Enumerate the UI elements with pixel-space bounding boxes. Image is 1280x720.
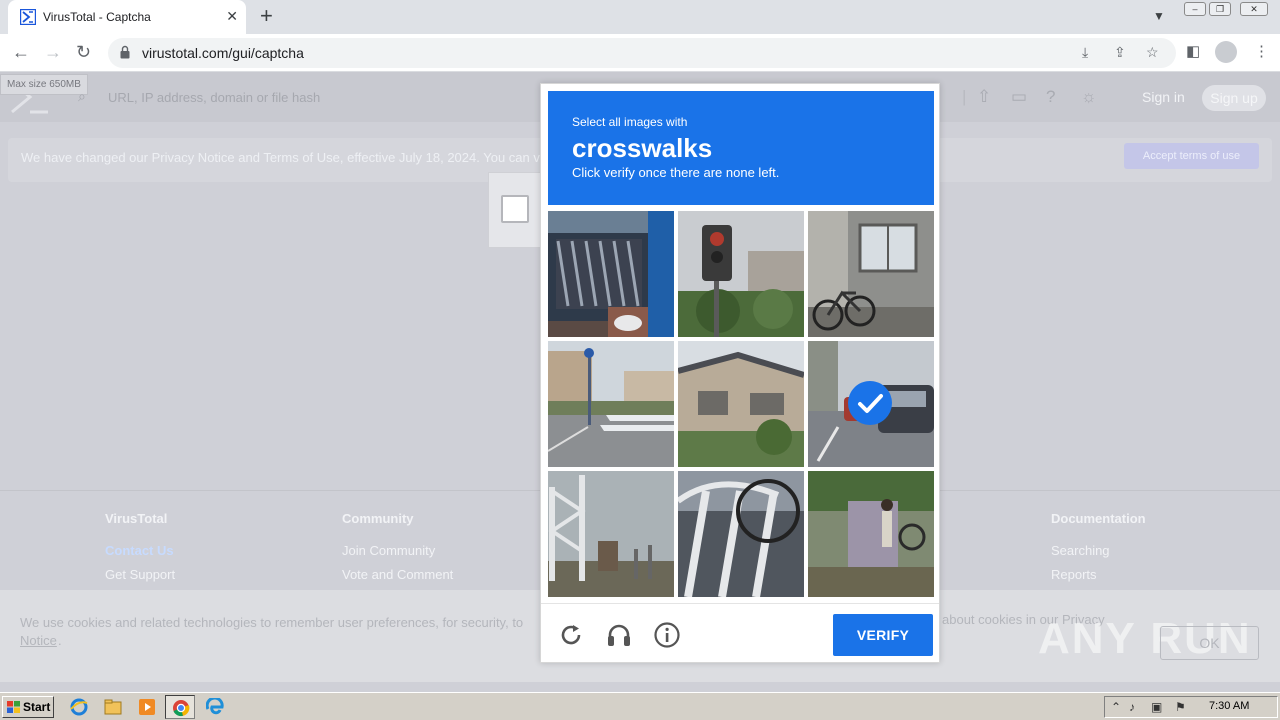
new-tab-icon[interactable]: +: [260, 5, 273, 27]
cookie-period: .: [58, 633, 62, 648]
virustotal-favicon-icon: [20, 9, 36, 25]
cookie-ok-button[interactable]: OK: [1160, 626, 1259, 660]
close-window-icon[interactable]: ✕: [1240, 2, 1268, 16]
max-size-badge: Max size 650MB: [0, 74, 88, 95]
close-tab-icon[interactable]: ✕: [226, 8, 238, 24]
audio-challenge-icon[interactable]: [605, 621, 633, 649]
divider: |: [962, 87, 967, 106]
tray-expand-icon[interactable]: ⌃: [1111, 700, 1121, 714]
footer-heading-documentation: Documentation: [1051, 511, 1146, 526]
sign-up-button[interactable]: Sign up: [1202, 85, 1266, 111]
verify-button[interactable]: VERIFY: [833, 614, 933, 656]
tab-title: VirusTotal - Captcha: [43, 10, 151, 24]
browser-tab[interactable]: VirusTotal - Captcha ✕: [8, 0, 246, 34]
footer-link-contact-us[interactable]: Contact Us: [105, 543, 174, 558]
windows-flag-icon: [7, 701, 20, 713]
file-explorer-icon[interactable]: [104, 698, 122, 716]
sign-in-link[interactable]: Sign in: [1142, 89, 1185, 105]
forward-icon[interactable]: →: [44, 41, 62, 63]
footer-link-reports[interactable]: Reports: [1051, 567, 1097, 582]
address-bar[interactable]: virustotal.com/gui/captcha ⤓ ⇪ ☆: [108, 38, 1176, 68]
upload-icon[interactable]: ⇧: [977, 87, 991, 107]
minimize-window-icon[interactable]: –: [1184, 2, 1206, 16]
theme-toggle-icon[interactable]: ☼: [1081, 87, 1097, 107]
menu-kebab-icon[interactable]: ⋮: [1254, 42, 1269, 60]
captcha-tile-8[interactable]: [678, 471, 804, 597]
action-center-flag-icon[interactable]: ⚑: [1175, 700, 1186, 714]
start-button[interactable]: Start: [2, 696, 54, 718]
captcha-tile-4[interactable]: [548, 341, 674, 467]
captcha-tile-2[interactable]: [678, 211, 804, 337]
captcha-tile-7[interactable]: [548, 471, 674, 597]
volume-icon[interactable]: ♪: [1129, 700, 1135, 714]
selected-check-icon: [848, 381, 892, 425]
footer-link-get-support[interactable]: Get Support: [105, 567, 175, 582]
footer-link-searching[interactable]: Searching: [1051, 543, 1110, 558]
reload-icon[interactable]: ↻: [76, 41, 91, 63]
url-text: virustotal.com/gui/captcha: [142, 45, 304, 61]
start-label: Start: [23, 700, 51, 714]
network-icon[interactable]: ▣: [1151, 700, 1162, 714]
captcha-tile-6[interactable]: [808, 341, 934, 467]
privacy-notice-link[interactable]: Notice: [20, 633, 57, 648]
captcha-instruction: Select all images with: [572, 115, 688, 129]
restore-window-icon[interactable]: ❐: [1209, 2, 1231, 16]
footer-heading-virustotal: VirusTotal: [105, 511, 168, 526]
captcha-checkbox-widget: [488, 172, 548, 248]
install-app-icon[interactable]: ⤓: [1082, 44, 1088, 61]
footer-link-vote-and-comment[interactable]: Vote and Comment: [342, 567, 453, 582]
media-player-icon[interactable]: [138, 698, 156, 716]
captcha-tile-5[interactable]: [678, 341, 804, 467]
taskbar-chrome-active[interactable]: [165, 695, 195, 719]
captcha-subinstruction: Click verify once there are none left.: [572, 165, 780, 180]
help-icon[interactable]: ?: [1046, 87, 1055, 107]
profile-avatar-icon[interactable]: [1215, 41, 1237, 63]
bookmark-star-icon[interactable]: ☆: [1146, 44, 1159, 61]
lock-icon: [120, 45, 130, 59]
share-icon[interactable]: ⇪: [1114, 44, 1126, 61]
captcha-prompt: Select all images with crosswalks Click …: [548, 91, 934, 205]
captcha-target-word: crosswalks: [572, 133, 713, 163]
edge-icon[interactable]: [206, 698, 224, 716]
search-icon: ⌕: [78, 88, 86, 104]
search-input[interactable]: URL, IP address, domain or file hash: [108, 90, 320, 105]
captcha-tile-9[interactable]: [808, 471, 934, 597]
internet-explorer-icon[interactable]: [70, 698, 88, 716]
chrome-icon: [173, 700, 190, 717]
info-icon[interactable]: [653, 621, 681, 649]
captcha-footer-divider: [541, 603, 939, 604]
notifications-icon[interactable]: ▭: [1011, 87, 1027, 107]
clock[interactable]: 7:30 AM: [1209, 700, 1249, 712]
privacy-banner-text: We have changed our Privacy Notice and T…: [21, 150, 540, 165]
refresh-icon[interactable]: [557, 621, 585, 649]
captcha-checkbox[interactable]: [501, 195, 529, 223]
captcha-tile-3[interactable]: [808, 211, 934, 337]
side-panel-icon[interactable]: ◧: [1186, 42, 1200, 60]
captcha-tile-1[interactable]: [548, 211, 674, 337]
windows-taskbar: Start ⌃ ♪ ▣ ⚑ 7:30 AM: [0, 692, 1280, 720]
footer-heading-community: Community: [342, 511, 414, 526]
browser-tab-strip: VirusTotal - Captcha ✕ + ▼ – ❐ ✕: [0, 0, 1280, 34]
system-tray: ⌃ ♪ ▣ ⚑ 7:30 AM: [1104, 696, 1278, 718]
captcha-challenge: Select all images with crosswalks Click …: [540, 83, 940, 663]
browser-toolbar: ← → ↻ virustotal.com/gui/captcha ⤓ ⇪ ☆ ◧…: [0, 34, 1280, 72]
back-icon[interactable]: ←: [12, 41, 30, 63]
footer-link-join-community[interactable]: Join Community: [342, 543, 435, 558]
chevron-down-icon[interactable]: ▼: [1153, 9, 1165, 23]
accept-terms-button[interactable]: Accept terms of use: [1124, 143, 1259, 169]
